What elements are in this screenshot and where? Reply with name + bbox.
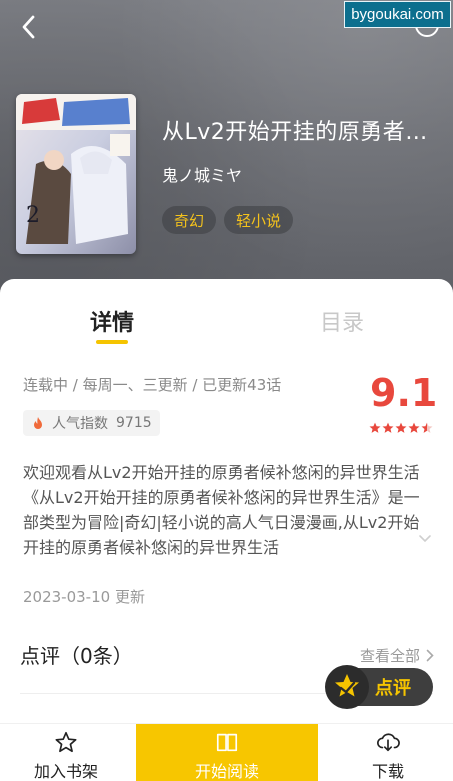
start-reading-label: 开始阅读 [194,762,259,781]
open-book-icon [216,733,238,752]
tab-bar: 详情 目录 [0,305,453,355]
rating-stars [369,422,433,434]
serial-status: 连载中 / 每周一、三更新 / 已更新43话 [23,376,282,394]
add-to-shelf-label: 加入书架 [33,762,98,781]
star-icon [369,422,381,433]
star-icon [421,422,433,433]
view-all-reviews-link[interactable]: 查看全部 [360,645,434,666]
tag-light-novel[interactable]: 轻小说 [224,206,294,234]
rating-score: 9.1 [370,371,438,415]
detail-sheet: 详情 目录 连载中 / 每周一、三更新 / 已更新43话 人气指数 9715 9… [0,279,453,781]
book-title: 从Lv2开始开挂的原勇者… [162,120,428,145]
update-date: 2023-03-10 更新 [23,588,145,606]
tab-detail[interactable]: 详情 [90,305,134,337]
book-header: 2 从Lv2开始开挂的原勇者… 鬼ノ城ミヤ 奇幻 轻小说 [0,0,453,300]
tag-fantasy[interactable]: 奇幻 [162,206,217,234]
back-icon[interactable] [14,12,44,42]
review-section-title: 点评（0条） [20,644,133,668]
chevron-down-icon[interactable] [418,534,432,544]
book-cover[interactable]: 2 [16,94,136,254]
star-icon [395,422,407,433]
book-author[interactable]: 鬼ノ城ミヤ [162,162,242,186]
popularity-value: 9715 [116,415,152,431]
popularity-badge: 人气指数 9715 [23,410,160,436]
chevron-right-icon [426,649,434,662]
tab-indicator [96,340,128,344]
bottom-action-bar: 加入书架 开始阅读 下载 [0,723,453,781]
svg-text:2: 2 [26,203,40,228]
write-review-label: 点评 [375,678,411,699]
flame-icon [34,417,42,429]
star-icon [382,422,394,433]
download-label: 下载 [371,762,404,781]
book-description[interactable]: 欢迎观看从Lv2开始开挂的原勇者候补悠闲的异世界生活《从Lv2开始开挂的原勇者候… [23,460,435,560]
star-icon [408,422,420,433]
start-reading-button[interactable]: 开始阅读 [136,724,318,781]
cloud-download-icon [377,733,400,752]
view-all-label: 查看全部 [360,647,421,665]
add-to-shelf-button[interactable]: 加入书架 [22,724,110,781]
star-comment-icon [325,665,369,709]
watermark: bygoukai.com [344,1,451,28]
star-icon [55,731,77,753]
download-button[interactable]: 下载 [348,724,428,781]
popularity-label: 人气指数 [52,416,108,432]
write-review-button[interactable]: 点评 [325,665,433,709]
tab-catalog[interactable]: 目录 [320,305,364,337]
tag-list: 奇幻 轻小说 [162,206,294,234]
